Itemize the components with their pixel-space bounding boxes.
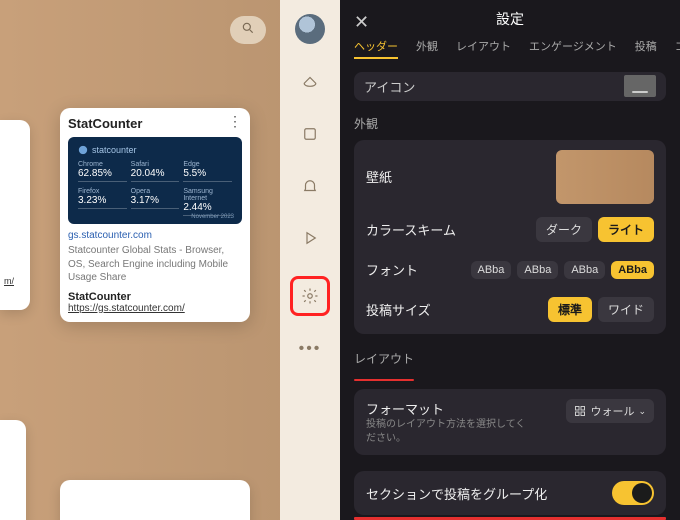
avatar[interactable] <box>295 14 325 44</box>
settings-panel: ✕ 設定 ヘッダー 外観 レイアウト エンゲージメント 投稿 コンテン アイコン… <box>340 0 680 520</box>
share-icon[interactable] <box>296 68 324 96</box>
tab-appearance[interactable]: 外観 <box>416 38 438 59</box>
card-description: Statcounter Global Stats - Browser, OS, … <box>68 244 242 285</box>
font-opt-4[interactable]: ABba <box>611 261 654 279</box>
card-link[interactable]: https://gs.statcounter.com/ <box>68 303 242 314</box>
font-label: フォント <box>366 260 418 279</box>
post-size-wide[interactable]: ワイド <box>598 297 654 322</box>
settings-icon[interactable] <box>290 276 330 316</box>
format-label: フォーマット <box>366 399 526 418</box>
section-appearance-label: 外観 <box>340 115 680 140</box>
tab-header[interactable]: ヘッダー <box>354 38 398 59</box>
card-url: gs.statcounter.com <box>68 230 242 241</box>
format-desc: 投稿のレイアウト方法を選択してください。 <box>366 418 526 445</box>
font-opt-2[interactable]: ABba <box>517 261 558 279</box>
post-size-label: 投稿サイズ <box>366 300 431 319</box>
settings-title: 設定 <box>496 9 524 29</box>
search-icon <box>241 21 255 40</box>
section-layout-label: レイアウト <box>340 350 680 375</box>
post-card[interactable]: ⋮ StatCounter statcounter Chrome62.85% S… <box>60 108 250 322</box>
scheme-light[interactable]: ライト <box>598 217 654 242</box>
card-title: StatCounter <box>68 116 242 131</box>
tab-engagement[interactable]: エンゲージメント <box>529 38 617 59</box>
grid-icon <box>574 405 586 417</box>
icon-thumb <box>624 75 656 97</box>
scheme-dark[interactable]: ダーク <box>536 217 592 242</box>
card-subtitle: StatCounter <box>68 291 242 303</box>
bell-icon[interactable] <box>296 172 324 200</box>
card-menu-icon[interactable]: ⋮ <box>228 116 242 126</box>
tab-content[interactable]: コンテン <box>675 38 680 59</box>
wallpaper-label: 壁紙 <box>366 167 392 186</box>
card-preview-image: statcounter Chrome62.85% Safari20.04% Ed… <box>68 137 242 224</box>
repeat-icon[interactable] <box>296 120 324 148</box>
icon-row-label: アイコン <box>364 77 415 96</box>
highlight-underline <box>354 379 414 382</box>
right-sidebar: ••• <box>280 0 340 520</box>
search-box[interactable] <box>230 16 266 44</box>
post-size-standard[interactable]: 標準 <box>548 297 592 322</box>
font-opt-3[interactable]: ABba <box>564 261 605 279</box>
group-toggle[interactable] <box>612 481 654 505</box>
settings-tabs: ヘッダー 外観 レイアウト エンゲージメント 投稿 コンテン <box>340 38 680 68</box>
font-opt-1[interactable]: ABba <box>471 261 512 279</box>
play-icon[interactable] <box>296 224 324 252</box>
partial-card-left: m/ <box>0 120 30 310</box>
icon-row[interactable]: アイコン <box>354 72 666 101</box>
color-scheme-label: カラースキーム <box>366 220 456 239</box>
group-label: セクションで投稿をグループ化 <box>366 484 547 503</box>
format-select[interactable]: ウォール ⌄ <box>566 399 654 423</box>
partial-card-left-bottom <box>0 420 26 520</box>
more-icon[interactable]: ••• <box>299 340 322 358</box>
tab-layout[interactable]: レイアウト <box>456 38 511 59</box>
chevron-down-icon: ⌄ <box>638 406 646 417</box>
wallpaper-thumb[interactable] <box>556 150 654 204</box>
tab-post[interactable]: 投稿 <box>635 38 657 59</box>
partial-card-bottom <box>60 480 250 520</box>
close-icon[interactable]: ✕ <box>354 12 369 33</box>
